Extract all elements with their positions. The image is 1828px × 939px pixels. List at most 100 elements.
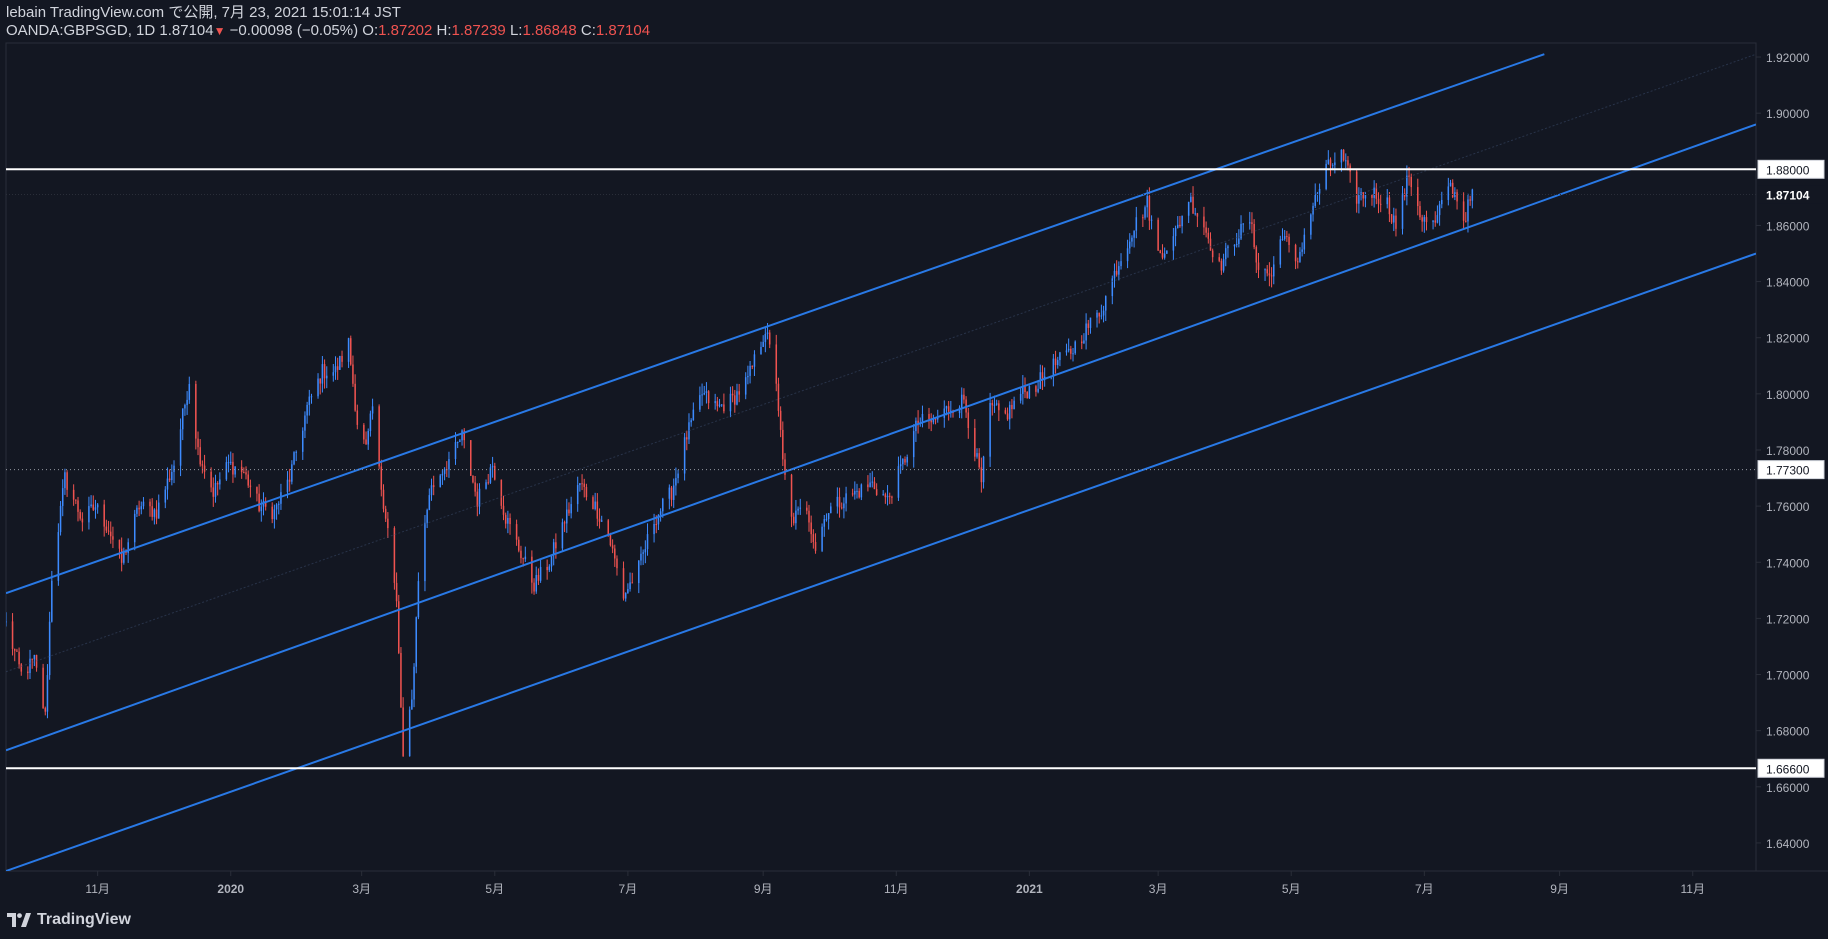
candle-body bbox=[1249, 222, 1251, 224]
candle-body bbox=[157, 502, 160, 519]
candle-body bbox=[369, 413, 372, 431]
channel-lines[interactable] bbox=[6, 53, 1756, 871]
price-tick-label: 1.66000 bbox=[1766, 781, 1810, 795]
candle-body bbox=[945, 406, 948, 409]
candle-body bbox=[653, 524, 655, 535]
candle-body bbox=[387, 518, 389, 529]
time-axis[interactable]: 11月 2020 3月 5月 7月 9月 11月 2021 3月 5月 7月 9月 11月 bbox=[85, 871, 1705, 896]
candle-body bbox=[1089, 317, 1092, 328]
candle-body bbox=[550, 554, 553, 567]
candlestick-series bbox=[6, 149, 1474, 757]
candle-body bbox=[867, 484, 869, 488]
channel-line-faint[interactable] bbox=[6, 53, 1756, 673]
candle-body bbox=[426, 509, 428, 523]
candle-body bbox=[777, 383, 780, 411]
candle-body bbox=[1115, 270, 1118, 275]
candle-body bbox=[795, 510, 797, 524]
candle-body bbox=[1390, 214, 1393, 223]
candle-body bbox=[1253, 223, 1255, 248]
candle-body bbox=[1100, 315, 1103, 317]
candle-body bbox=[974, 428, 976, 457]
candle-body bbox=[716, 401, 719, 407]
candle-body bbox=[1072, 353, 1074, 355]
candle-body bbox=[424, 522, 426, 582]
candle-body bbox=[744, 377, 747, 395]
candle-body bbox=[808, 510, 810, 523]
channel-line-mid[interactable] bbox=[6, 123, 1756, 752]
candle-body bbox=[1037, 388, 1039, 392]
candle-body bbox=[476, 491, 479, 507]
horizontal-levels[interactable] bbox=[6, 168, 1756, 770]
candle-body bbox=[277, 503, 280, 505]
candle-body bbox=[747, 375, 749, 378]
candle-body bbox=[29, 658, 31, 674]
candle-body bbox=[334, 366, 337, 373]
candle-body bbox=[611, 545, 614, 549]
candle-body bbox=[1314, 194, 1316, 206]
candle-body bbox=[1120, 261, 1122, 267]
candle-body bbox=[1255, 247, 1258, 263]
candle-body bbox=[1447, 186, 1450, 200]
channel-line-lower[interactable] bbox=[6, 252, 1756, 871]
candle-body bbox=[310, 396, 313, 398]
candle-body bbox=[1098, 312, 1100, 317]
candle-body bbox=[173, 465, 175, 472]
candle-body bbox=[995, 403, 998, 405]
candle-body bbox=[11, 621, 14, 649]
candle-body bbox=[1467, 199, 1469, 222]
candle-body bbox=[304, 415, 306, 431]
candle-body bbox=[1176, 224, 1179, 229]
candle-body bbox=[520, 550, 522, 559]
candle-body bbox=[42, 667, 44, 709]
candle-body bbox=[1159, 250, 1162, 253]
candle-body bbox=[1142, 217, 1144, 219]
candle-body bbox=[51, 580, 53, 622]
price-tick-label: 1.80000 bbox=[1766, 388, 1810, 402]
candle-body bbox=[928, 413, 930, 419]
candle-body bbox=[670, 487, 673, 500]
candle-body bbox=[1054, 358, 1057, 366]
candle-body bbox=[1083, 340, 1085, 344]
candle-body bbox=[48, 621, 51, 676]
candle-body bbox=[1207, 232, 1210, 239]
tradingview-logo[interactable]: TradingView bbox=[7, 909, 131, 931]
candle-body bbox=[1462, 201, 1465, 221]
candle-body bbox=[1345, 160, 1347, 162]
candle-body bbox=[380, 466, 383, 490]
candle-body bbox=[203, 465, 206, 472]
candle-body bbox=[843, 503, 845, 509]
candle-body bbox=[249, 485, 252, 488]
candle-body bbox=[976, 453, 978, 457]
candle-body bbox=[531, 556, 533, 583]
candle-body bbox=[1011, 404, 1013, 410]
candle-body bbox=[171, 471, 173, 481]
candle-body bbox=[1375, 187, 1378, 199]
candle-body bbox=[1161, 252, 1164, 258]
candle-body bbox=[884, 494, 887, 498]
candle-body bbox=[631, 582, 634, 584]
price-chart[interactable]: 1.64000 1.66000 1.68000 1.70000 1.72000 1.740… bbox=[0, 0, 1828, 939]
candle-body bbox=[317, 378, 319, 397]
candle-body bbox=[1342, 149, 1345, 161]
candle-body bbox=[105, 526, 108, 531]
time-tick-label: 3月 bbox=[1149, 882, 1168, 896]
candle-body bbox=[1417, 187, 1419, 207]
candle-body bbox=[668, 487, 671, 499]
channel-line-upper[interactable] bbox=[6, 53, 1545, 595]
candle-body bbox=[537, 574, 540, 581]
candle-body bbox=[504, 514, 507, 524]
candle-body bbox=[210, 471, 212, 488]
candle-body bbox=[247, 474, 249, 486]
candle-body bbox=[1218, 257, 1220, 261]
candle-body bbox=[1203, 216, 1205, 228]
candle-body bbox=[301, 430, 304, 452]
candle-body bbox=[258, 493, 260, 512]
candle-body bbox=[112, 536, 114, 540]
candle-body bbox=[1238, 238, 1240, 245]
candle-body bbox=[854, 490, 856, 495]
candle-body bbox=[393, 528, 396, 583]
candle-body bbox=[1174, 228, 1177, 237]
candle-body bbox=[563, 522, 566, 524]
candle-body bbox=[760, 346, 762, 355]
candle-body bbox=[714, 401, 716, 404]
